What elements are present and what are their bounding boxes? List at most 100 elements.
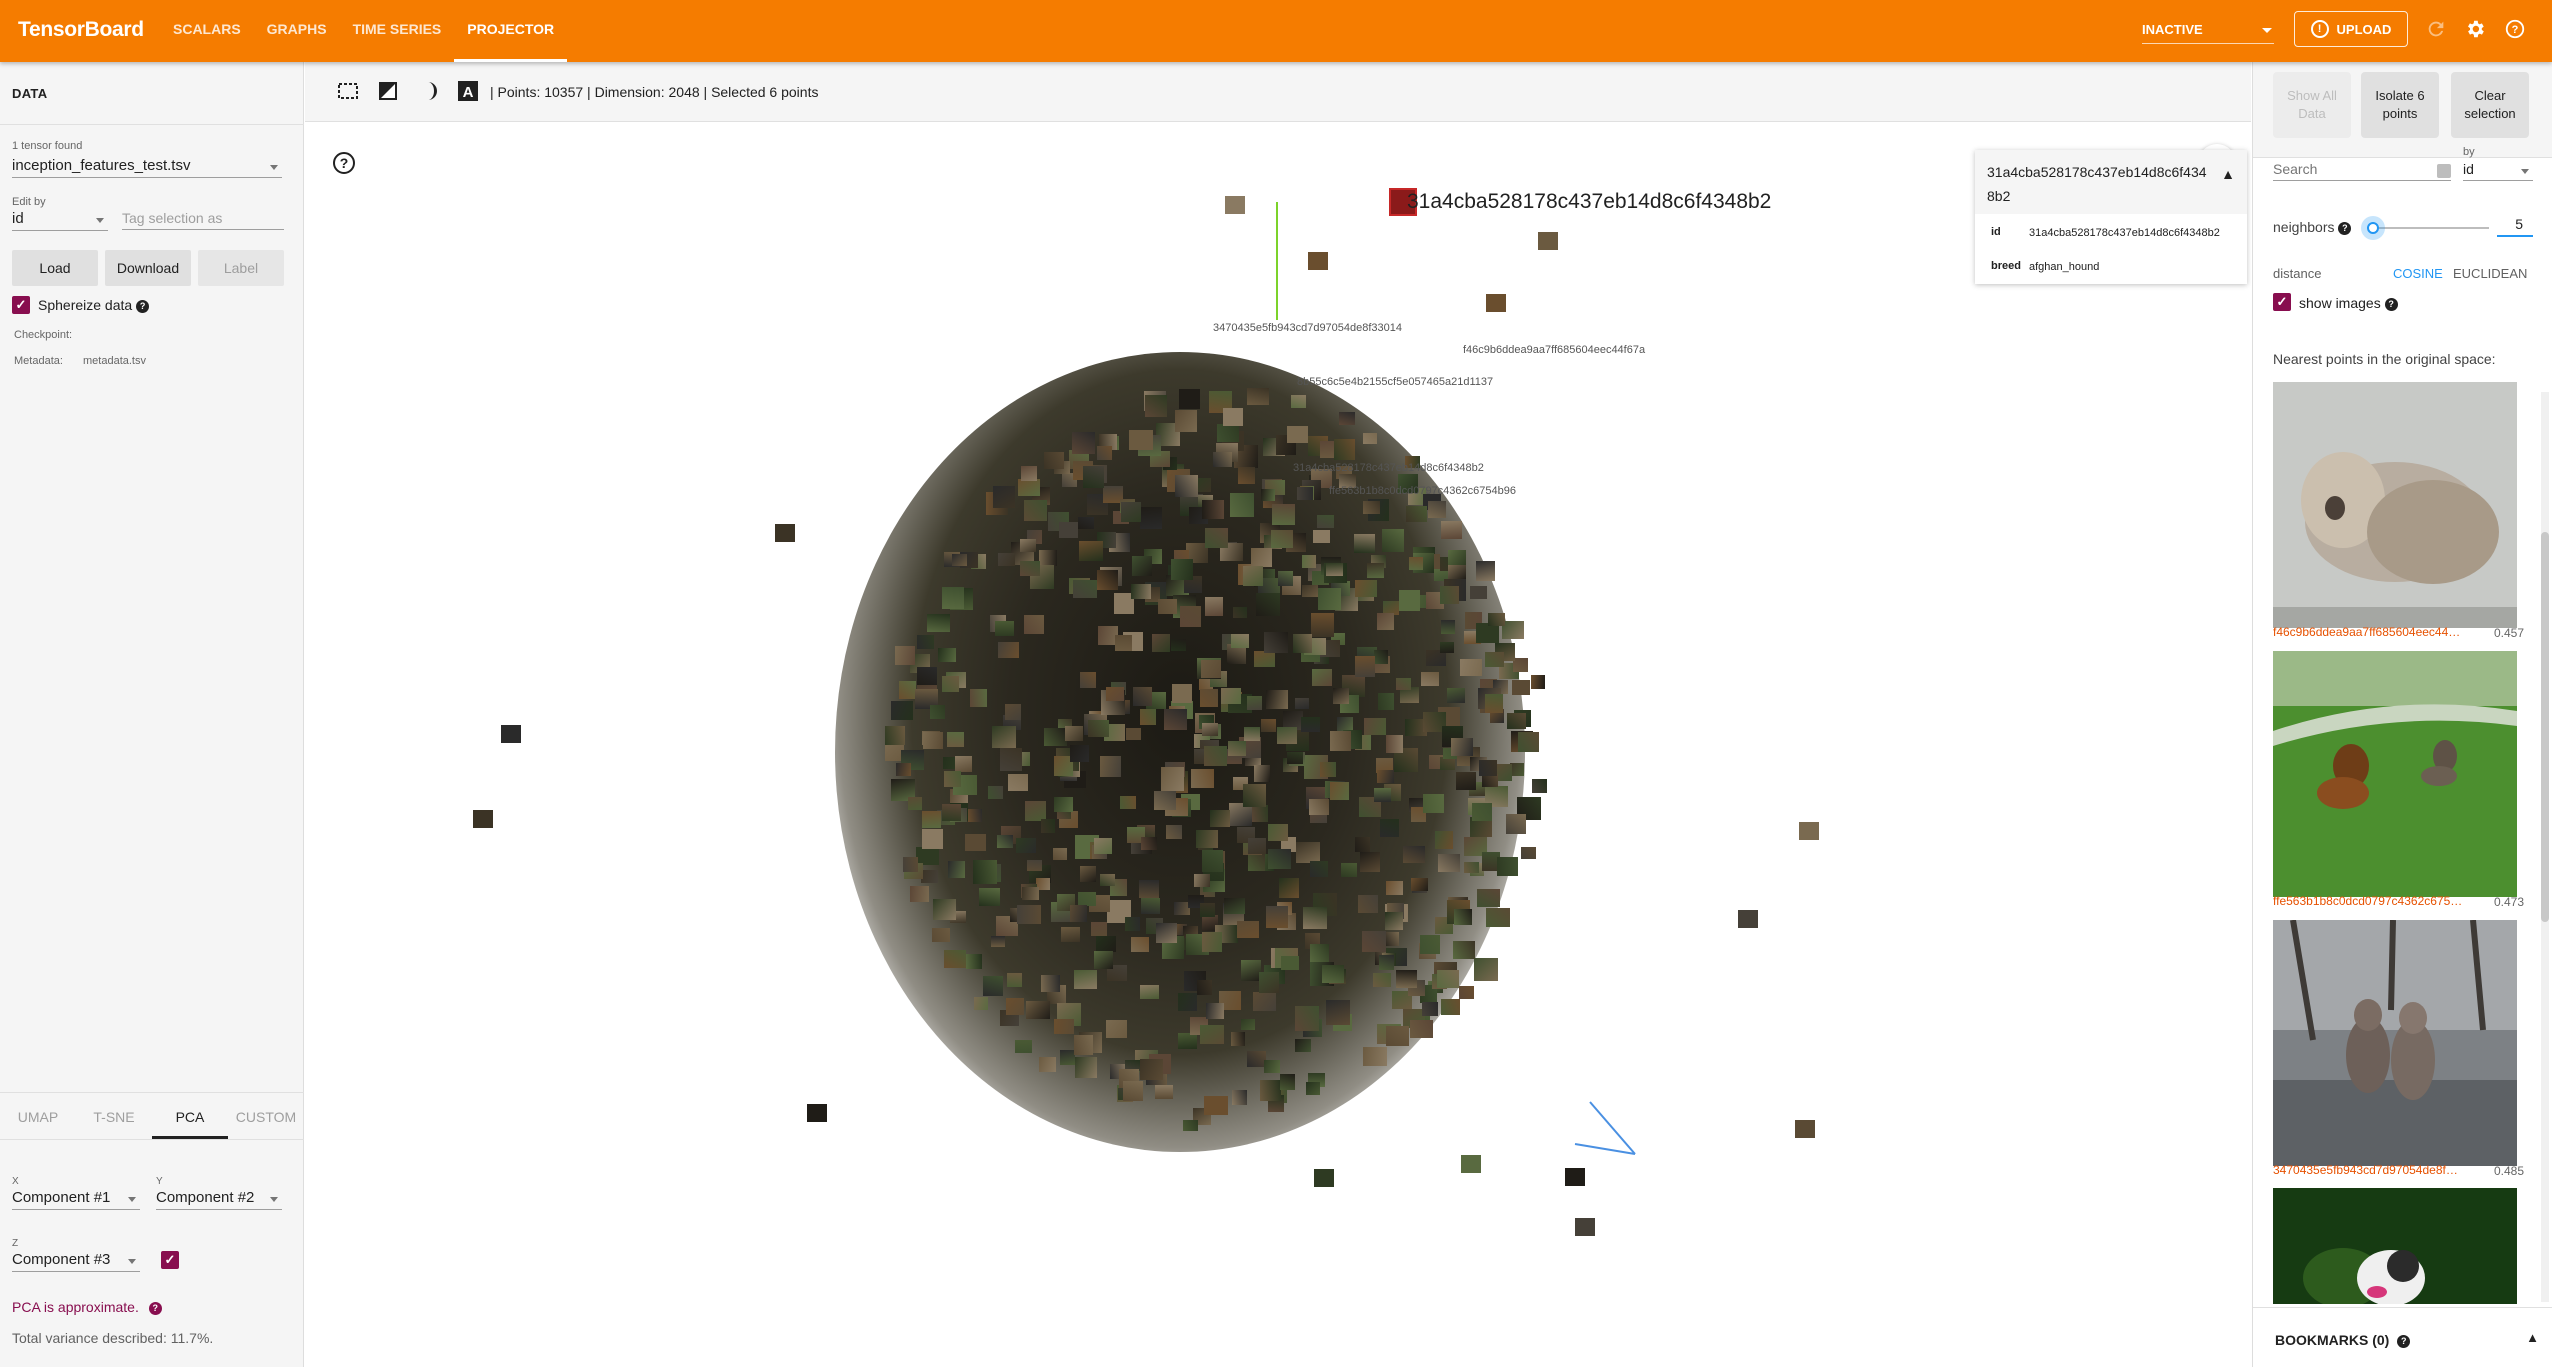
help-icon[interactable]: ? xyxy=(2338,221,2352,235)
clear-selection-button[interactable]: Clear selection xyxy=(2451,72,2529,138)
point-thumbnail[interactable] xyxy=(1253,992,1276,1011)
point-thumbnail[interactable] xyxy=(1024,615,1044,634)
point-thumbnail[interactable] xyxy=(1470,586,1487,599)
point-thumbnail[interactable] xyxy=(1334,439,1355,460)
point-thumbnail[interactable] xyxy=(1399,590,1420,611)
point-thumbnail[interactable] xyxy=(1297,487,1313,500)
point-thumbnail[interactable] xyxy=(1379,955,1394,970)
point-thumbnail[interactable] xyxy=(979,888,1000,906)
point-thumbnail[interactable] xyxy=(1260,1080,1281,1101)
point-thumbnail[interactable] xyxy=(1244,727,1260,741)
point-thumbnail[interactable] xyxy=(1080,672,1096,688)
point-thumbnail[interactable] xyxy=(1318,588,1341,610)
point-thumbnail[interactable] xyxy=(1022,887,1039,900)
nav-graphs[interactable]: GRAPHS xyxy=(254,0,340,62)
point-thumbnail[interactable] xyxy=(1386,735,1403,753)
point-thumbnail[interactable] xyxy=(1072,432,1095,454)
point-thumbnail[interactable] xyxy=(1456,772,1476,790)
point-thumbnail[interactable] xyxy=(1197,478,1211,492)
point-thumbnail[interactable] xyxy=(1200,903,1215,917)
point-thumbnail[interactable] xyxy=(1476,561,1495,581)
point-thumbnail[interactable] xyxy=(1074,1035,1093,1055)
point-thumbnail[interactable] xyxy=(1378,693,1394,710)
point-thumbnail[interactable] xyxy=(998,642,1019,658)
point-thumbnail[interactable] xyxy=(1061,927,1080,942)
point-thumbnail[interactable] xyxy=(974,997,988,1010)
help-icon[interactable]: ? xyxy=(136,299,150,313)
point-thumbnail[interactable] xyxy=(1125,917,1140,931)
point-thumbnail[interactable] xyxy=(1223,408,1243,426)
point-thumbnail[interactable] xyxy=(775,524,795,542)
point-thumbnail[interactable] xyxy=(1410,1020,1433,1038)
point-thumbnail[interactable] xyxy=(1164,709,1187,730)
point-thumbnail[interactable] xyxy=(1309,799,1329,815)
point-thumbnail[interactable] xyxy=(1016,838,1036,853)
tab-tsne[interactable]: T-SNE xyxy=(76,1093,152,1139)
point-thumbnail[interactable] xyxy=(1178,993,1197,1011)
point-thumbnail[interactable] xyxy=(1054,797,1073,812)
point-thumbnail[interactable] xyxy=(995,621,1014,636)
point-thumbnail[interactable] xyxy=(1268,824,1288,841)
point-thumbnail[interactable] xyxy=(1141,837,1157,850)
point-thumbnail[interactable] xyxy=(1308,252,1328,270)
point-thumbnail[interactable] xyxy=(933,899,956,920)
point-thumbnail[interactable] xyxy=(1420,935,1440,954)
neighbors-count-input[interactable]: 5 xyxy=(2497,216,2533,237)
point-thumbnail[interactable] xyxy=(997,835,1013,848)
point-thumbnail[interactable] xyxy=(1121,502,1141,522)
neighbors-scrollbar[interactable] xyxy=(2541,392,2549,1302)
point-thumbnail[interactable] xyxy=(1171,559,1193,580)
distance-cosine-option[interactable]: COSINE xyxy=(2393,266,2443,281)
load-button[interactable]: Load xyxy=(12,250,98,286)
point-thumbnail[interactable] xyxy=(966,954,982,969)
point-thumbnail[interactable] xyxy=(1017,905,1041,924)
download-button[interactable]: Download xyxy=(105,250,191,286)
point-thumbnail[interactable] xyxy=(1210,810,1230,827)
point-thumbnail[interactable] xyxy=(1202,932,1222,952)
point-thumbnail[interactable] xyxy=(922,811,941,828)
point-thumbnail[interactable] xyxy=(1310,944,1329,962)
point-thumbnail[interactable] xyxy=(1374,650,1388,664)
point-thumbnail[interactable] xyxy=(1243,784,1266,807)
point-thumbnail[interactable] xyxy=(1454,909,1472,925)
point-thumbnail[interactable] xyxy=(1326,563,1343,576)
point-thumbnail[interactable] xyxy=(923,732,943,749)
point-thumbnail[interactable] xyxy=(1447,688,1465,703)
point-thumbnail[interactable] xyxy=(1380,819,1399,837)
point-thumbnail[interactable] xyxy=(1233,607,1247,618)
point-thumbnail[interactable] xyxy=(1268,849,1291,869)
point-thumbnail[interactable] xyxy=(944,771,961,787)
neighbors-slider-track[interactable] xyxy=(2369,227,2489,229)
point-thumbnail[interactable] xyxy=(1171,639,1186,651)
moon-icon[interactable] xyxy=(415,78,441,104)
point-thumbnail[interactable] xyxy=(1000,748,1022,771)
point-thumbnail[interactable] xyxy=(973,860,997,884)
point-thumbnail[interactable] xyxy=(1453,941,1475,959)
search-input[interactable]: Search xyxy=(2273,161,2451,181)
point-thumbnail[interactable] xyxy=(1205,528,1228,548)
point-thumbnail[interactable] xyxy=(1202,723,1218,736)
point-thumbnail[interactable] xyxy=(1474,958,1498,981)
point-thumbnail[interactable] xyxy=(1518,732,1539,752)
regex-toggle-icon[interactable] xyxy=(2437,164,2451,178)
point-thumbnail[interactable] xyxy=(1485,652,1504,667)
point-thumbnail[interactable] xyxy=(1281,956,1299,970)
point-thumbnail[interactable] xyxy=(1175,475,1198,497)
point-thumbnail[interactable] xyxy=(1259,972,1279,993)
point-thumbnail[interactable] xyxy=(1094,838,1112,854)
point-thumbnail[interactable] xyxy=(1155,1085,1173,1099)
point-thumbnail[interactable] xyxy=(1364,718,1386,735)
point-thumbnail[interactable] xyxy=(1251,548,1272,567)
point-thumbnail[interactable] xyxy=(1140,1059,1163,1080)
point-thumbnail[interactable] xyxy=(1166,825,1182,839)
point-thumbnail[interactable] xyxy=(1044,728,1067,746)
label-mode-icon[interactable]: A xyxy=(455,78,481,104)
point-thumbnail[interactable] xyxy=(1330,731,1351,751)
point-thumbnail[interactable] xyxy=(1204,1096,1228,1115)
point-thumbnail[interactable] xyxy=(1303,907,1327,929)
point-thumbnail[interactable] xyxy=(1020,561,1040,576)
point-thumbnail[interactable] xyxy=(1078,892,1096,906)
point-thumbnail[interactable] xyxy=(1228,741,1246,756)
point-thumbnail[interactable] xyxy=(473,810,493,828)
point-thumbnail[interactable] xyxy=(1565,1168,1585,1186)
